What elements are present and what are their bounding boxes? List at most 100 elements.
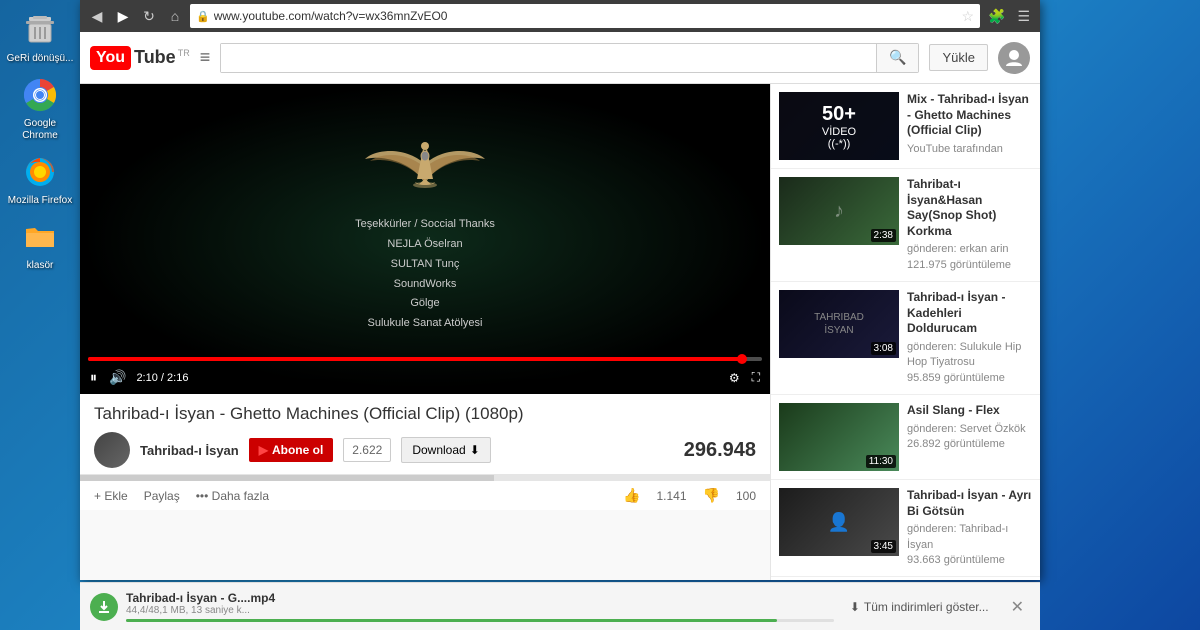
progress-bar[interactable] xyxy=(88,357,762,361)
youtube-logo-box: You xyxy=(90,46,131,70)
video-player[interactable]: Teşekkürler / Soccial Thanks NEJLA Öselr… xyxy=(80,84,770,394)
chrome-icon xyxy=(20,75,60,115)
video-scrollbar[interactable] xyxy=(80,475,770,481)
sidebar-duration-4: 11:30 xyxy=(866,455,896,468)
home-button[interactable]: ⌂ xyxy=(164,5,186,27)
download-progress-fill xyxy=(126,619,777,622)
download-file-progress: 44,4/48,1 MB, 13 saniye k... xyxy=(126,605,834,616)
desktop-icon-chrome[interactable]: Google Chrome xyxy=(5,75,75,142)
youtube-user-icon[interactable] xyxy=(998,42,1030,74)
sidebar-meta-2a: gönderen: erkan arin xyxy=(907,242,1032,257)
sidebar-item-2[interactable]: ♪ 2:38 Tahribat-ı İsyan&Hasan Say(Snop S… xyxy=(771,169,1040,282)
address-bar-input[interactable] xyxy=(214,9,958,23)
youtube-search-container: 🔍 xyxy=(220,43,919,73)
time-display: 2:10 / 2:16 xyxy=(136,372,188,384)
sidebar-info-2: Tahribat-ı İsyan&Hasan Say(Snop Shot) Ko… xyxy=(907,177,1032,273)
settings-button[interactable]: ☰ xyxy=(1013,6,1034,27)
back-button[interactable]: ◀ xyxy=(86,5,108,27)
subscribe-icon: ▶ xyxy=(259,443,268,457)
sidebar-duration-3: 3:08 xyxy=(871,342,896,355)
bookmark-button[interactable]: ☆ xyxy=(961,8,974,25)
share-button[interactable]: Paylaş xyxy=(144,489,180,503)
content-area: Teşekkürler / Soccial Thanks NEJLA Öselr… xyxy=(80,84,1040,580)
controls-row: ⏸ 🔊 2:10 / 2:16 ⚙ ⛶ xyxy=(88,367,762,388)
sidebar-item-3[interactable]: TAHRIBADİSYAN 3:08 Tahribad-ı İsyan - Ka… xyxy=(771,282,1040,395)
browser-actions: 🧩 ☰ xyxy=(984,6,1034,27)
sidebar-thumb-2: ♪ 2:38 xyxy=(779,177,899,245)
sidebar-meta-4b: 26.892 görüntüleme xyxy=(907,437,1032,452)
forward-button[interactable]: ▶ xyxy=(112,5,134,27)
sidebar-info-4: Asil Slang - Flex gönderen: Servet Özkök… xyxy=(907,403,1032,471)
show-all-downloads[interactable]: ⬇ Tüm indirimleri göster... xyxy=(842,596,997,618)
video-logo xyxy=(355,124,495,204)
firefox-label: Mozilla Firefox xyxy=(8,195,72,207)
sidebar-info-1: Mix - Tahribad-ı İsyan - Ghetto Machines… xyxy=(907,92,1032,160)
playlist-overlay-1: 50+ VİDEO ((-*)) xyxy=(779,92,899,160)
youtube-upload-button[interactable]: Yükle xyxy=(929,44,988,71)
like-count: 1.141 xyxy=(657,489,687,503)
extensions-button[interactable]: 🧩 xyxy=(984,6,1009,27)
channel-thumbnail[interactable] xyxy=(94,432,130,468)
desktop-icon-firefox[interactable]: Mozilla Firefox xyxy=(5,152,75,207)
video-background: Teşekkürler / Soccial Thanks NEJLA Öselr… xyxy=(80,84,770,394)
subscriber-count: 2.622 xyxy=(343,438,391,462)
subscribe-label: Abone ol xyxy=(272,443,323,457)
folder-icon xyxy=(20,217,60,257)
desktop-icons-panel: GeRi dönüşü... Google Chrome xyxy=(0,0,80,630)
folder-label: klasör xyxy=(27,260,54,272)
sidebar-item-5[interactable]: 👤 3:45 Tahribad-ı İsyan - Ayrı Bi Götsün… xyxy=(771,480,1040,577)
add-button[interactable]: + Ekle xyxy=(94,489,128,503)
desktop-icon-recycle-bin[interactable]: GeRi dönüşü... xyxy=(5,10,75,65)
volume-button[interactable]: 🔊 xyxy=(107,367,128,388)
desktop-icon-folder[interactable]: klasör xyxy=(5,217,75,272)
settings-button[interactable]: ⚙ xyxy=(727,369,742,387)
sidebar-duration-2: 2:38 xyxy=(871,229,896,242)
sidebar-info-5: Tahribad-ı İsyan - Ayrı Bi Götsün gönder… xyxy=(907,488,1032,568)
like-icon: 👍 xyxy=(623,487,640,504)
youtube-logo-suffix: Tube xyxy=(134,47,176,68)
video-scrollbar-thumb xyxy=(80,475,494,481)
sidebar-thumb-3: TAHRIBADİSYAN 3:08 xyxy=(779,290,899,358)
video-credits: Teşekkürler / Soccial Thanks NEJLA Öselr… xyxy=(355,215,495,334)
action-bar: + Ekle Paylaş ••• Daha fazla 👍 1.141 👎 1… xyxy=(80,481,770,510)
youtube-search-input[interactable] xyxy=(221,44,876,72)
youtube-logo[interactable]: You Tube TR xyxy=(90,46,190,70)
close-download-bar-button[interactable]: ✕ xyxy=(1005,595,1030,619)
sidebar-info-3: Tahribad-ı İsyan - Kadehleri Doldurucam … xyxy=(907,290,1032,386)
browser-chrome: ◀ ▶ ↻ ⌂ 🔒 ☆ 🧩 ☰ xyxy=(80,0,1040,32)
recycle-bin-label: GeRi dönüşü... xyxy=(7,53,74,65)
playlist-count-1: 50+ xyxy=(822,103,856,126)
youtube-menu-icon[interactable]: ≡ xyxy=(200,47,211,68)
sidebar-meta-4a: gönderen: Servet Özkök xyxy=(907,422,1032,437)
playlist-label-1: VİDEO xyxy=(822,126,856,138)
download-icon: ⬇ xyxy=(470,443,480,457)
subscribe-button[interactable]: ▶ Abone ol xyxy=(249,438,334,462)
sidebar-thumb-4: 11:30 xyxy=(779,403,899,471)
address-bar-container: 🔒 ☆ xyxy=(190,4,980,28)
sidebar-title-1: Mix - Tahribad-ı İsyan - Ghetto Machines… xyxy=(907,92,1032,139)
sidebar-title-2: Tahribat-ı İsyan&Hasan Say(Snop Shot) Ko… xyxy=(907,177,1032,239)
progress-bar-fill xyxy=(88,357,742,361)
show-all-icon: ⬇ xyxy=(850,600,860,614)
download-button[interactable]: Download ⬇ xyxy=(401,437,490,463)
dislike-icon: 👎 xyxy=(703,487,720,504)
sidebar-title-4: Asil Slang - Flex xyxy=(907,403,1032,419)
sidebar-meta-5b: 93.663 görüntüleme xyxy=(907,553,1032,568)
refresh-button[interactable]: ↻ xyxy=(138,5,160,27)
sidebar-meta-2b: 121.975 görüntüleme xyxy=(907,258,1032,273)
wing-svg xyxy=(355,124,495,204)
play-pause-button[interactable]: ⏸ xyxy=(88,367,99,388)
dislike-count: 100 xyxy=(736,489,756,503)
sidebar-item-6[interactable]: 🎵 5:57 Tahribad-ı İsyan & Testici Home &… xyxy=(771,577,1040,580)
fullscreen-button[interactable]: ⛶ xyxy=(750,368,762,387)
sidebar-thumb-5: 👤 3:45 xyxy=(779,488,899,556)
sidebar-meta-5a: gönderen: Tahribad-ı İsyan xyxy=(907,522,1032,553)
show-all-label: Tüm indirimleri göster... xyxy=(864,600,989,614)
more-button[interactable]: ••• Daha fazla xyxy=(196,489,269,503)
sidebar-item-1[interactable]: 50+ VİDEO ((-*)) Mix - Tahribad-ı İsyan … xyxy=(771,84,1040,169)
youtube-toolbar: You Tube TR ≡ 🔍 Yükle xyxy=(80,32,1040,84)
video-controls: ⏸ 🔊 2:10 / 2:16 ⚙ ⛶ xyxy=(80,353,770,394)
sidebar-duration-5: 3:45 xyxy=(871,540,896,553)
sidebar-item-4[interactable]: 11:30 Asil Slang - Flex gönderen: Servet… xyxy=(771,395,1040,480)
youtube-search-button[interactable]: 🔍 xyxy=(876,44,918,72)
